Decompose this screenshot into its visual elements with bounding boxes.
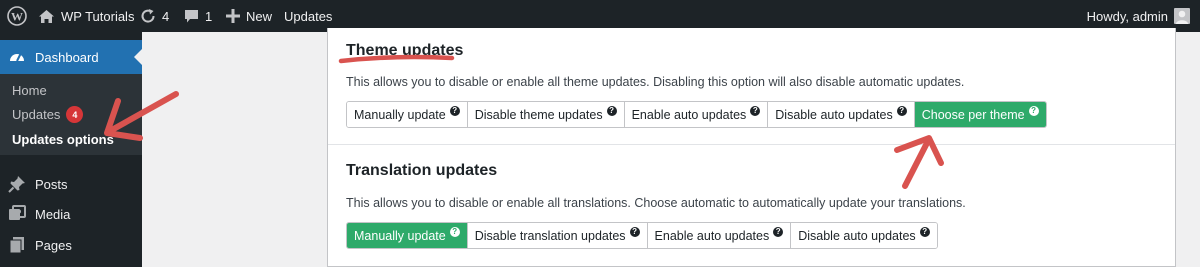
help-icon[interactable]: ? [449,226,460,237]
admin-sidebar: Dashboard Home Updates 4 Updates options… [0,32,142,267]
translation-option-disable-translation-updates[interactable]: Disable translation updates ? [467,223,648,248]
comments-indicator[interactable]: 1 [184,0,212,32]
theme-option-choose-per-theme[interactable]: Choose per theme ? [914,102,1046,127]
pages-icon [9,237,24,254]
option-label: Disable auto updates [798,228,916,243]
help-icon[interactable]: ? [1028,105,1039,116]
submenu-item-updates-options[interactable]: Updates options [12,132,114,147]
help-icon[interactable]: ? [449,105,460,116]
comment-icon [185,9,198,22]
sidebar-item-label: Media [35,206,71,222]
theme-option-manually-update[interactable]: Manually update ? [347,102,468,127]
translation-option-manually-update[interactable]: Manually update ? [347,223,468,248]
home-icon [39,9,54,23]
help-icon[interactable]: ? [896,105,907,116]
option-label: Manually update [354,228,446,243]
option-label: Manually update [354,107,446,122]
submenu-label: Home [12,83,47,98]
submenu-item-home[interactable]: Home [12,83,47,98]
sidebar-item-label: Pages [35,237,72,253]
option-label: Choose per theme [921,107,1025,122]
plus-icon [226,9,240,23]
translation-updates-options: Manually update ? Disable translation up… [346,222,938,249]
theme-option-disable-auto-updates[interactable]: Disable auto updates ? [768,102,915,127]
wp-logo-menu[interactable]: W [7,0,27,32]
option-label: Enable auto updates [654,228,770,243]
translation-option-disable-auto-updates[interactable]: Disable auto updates ? [791,223,937,248]
refresh-icon [141,9,155,23]
dashboard-submenu: Home Updates 4 Updates options [0,74,142,155]
submenu-item-updates[interactable]: Updates 4 [12,106,84,123]
translation-option-enable-auto-updates[interactable]: Enable auto updates ? [647,223,792,248]
theme-option-disable-theme-updates[interactable]: Disable theme updates ? [467,102,625,127]
sidebar-item-dashboard[interactable]: Dashboard [0,40,142,74]
sidebar-item-label: Dashboard [35,49,99,65]
option-label: Disable translation updates [474,228,626,243]
sidebar-item-label: Posts [35,176,68,192]
option-label: Disable theme updates [474,107,603,122]
update-count-badge: 4 [66,106,84,123]
section-divider [328,144,1175,145]
help-icon[interactable]: ? [773,226,784,237]
avatar-icon [1174,8,1190,24]
theme-updates-options: Manually update ? Disable theme updates … [346,101,1047,128]
settings-panel: Theme updates This allows you to disable… [327,28,1176,267]
dashboard-icon [10,53,24,62]
submenu-label: Updates options [12,132,114,147]
help-icon[interactable]: ? [629,226,640,237]
updates-indicator[interactable]: 4 [140,0,169,32]
option-label: Disable auto updates [775,107,893,122]
updates-count: 4 [162,8,170,24]
help-icon[interactable]: ? [919,226,930,237]
option-label: Enable auto updates [631,107,747,122]
wordpress-logo-icon: W [7,6,27,26]
svg-text:W: W [11,10,23,24]
submenu-label: Updates [12,107,61,122]
translation-updates-description: This allows you to disable or enable all… [346,196,966,210]
sidebar-item-pages[interactable]: Pages [0,231,142,259]
site-name-link[interactable]: WP Tutorials [38,0,134,32]
sidebar-item-posts[interactable]: Posts [0,170,142,198]
updates-label: Updates [284,8,333,24]
theme-updates-title: Theme updates [346,42,464,59]
media-icon [9,205,26,220]
sidebar-item-media[interactable]: Media [0,200,142,228]
new-label: New [246,8,273,24]
help-icon[interactable]: ? [606,105,617,116]
comments-count: 1 [205,8,213,24]
help-icon[interactable]: ? [750,105,761,116]
theme-option-enable-auto-updates[interactable]: Enable auto updates ? [624,102,769,127]
new-content-menu[interactable]: New [226,0,272,32]
theme-updates-description: This allows you to disable or enable all… [346,75,965,89]
howdy-text: Howdy, admin [1086,8,1168,24]
pin-icon [8,176,25,193]
site-name: WP Tutorials [61,8,135,24]
updates-link[interactable]: Updates [284,0,332,32]
translation-updates-title: Translation updates [346,162,498,179]
